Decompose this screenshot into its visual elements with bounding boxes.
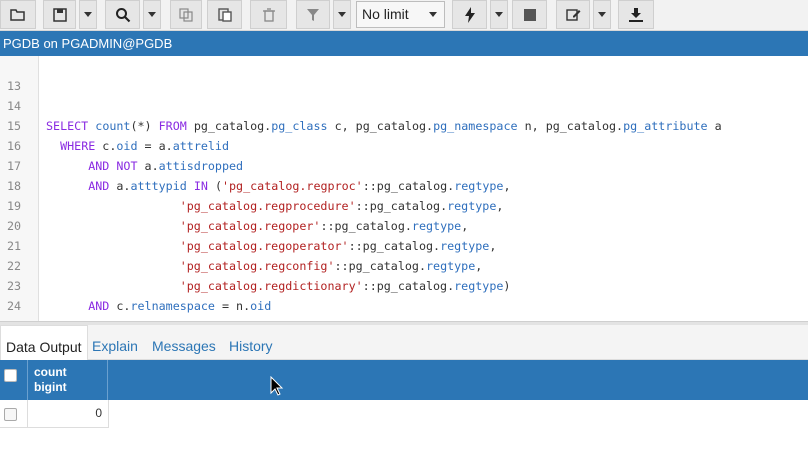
paste-button[interactable] <box>207 0 242 29</box>
save-icon <box>52 7 67 22</box>
filter-button[interactable] <box>296 0 330 29</box>
tab-label: History <box>229 338 273 354</box>
filter-icon <box>307 8 319 21</box>
column-type: bigint <box>34 380 67 394</box>
tab-label: Data Output <box>6 339 82 355</box>
code-line: 14 SELECT count(*) FROM pg_catalog.pg_cl… <box>0 76 808 133</box>
paste-icon <box>217 8 232 22</box>
column-name: count <box>34 365 67 379</box>
code-line: 24 AND n.nspname NOT IN ('pg_catalog', '… <box>0 276 808 321</box>
chevron-down-icon <box>429 12 437 17</box>
tab-explain[interactable]: Explain <box>92 325 138 359</box>
result-tabs: Data Output Explain Messages History <box>0 325 808 360</box>
filter-dropdown-button[interactable] <box>333 0 351 29</box>
code-line: 22 'pg_catalog.regdictionary'::pg_catalo… <box>0 236 808 293</box>
search-icon <box>115 7 130 22</box>
trash-icon <box>262 7 275 22</box>
column-divider <box>107 360 108 400</box>
tab-data-output[interactable]: Data Output <box>0 325 88 360</box>
lightning-icon <box>464 6 475 23</box>
connection-title: PGDB on PGADMIN@PGDB <box>3 36 173 51</box>
chevron-down-icon <box>84 12 92 17</box>
row-select-checkbox[interactable] <box>4 408 17 421</box>
find-dropdown-button[interactable] <box>143 0 161 29</box>
code-line: 20 'pg_catalog.regoperator'::pg_catalog.… <box>0 196 808 253</box>
sql-editor[interactable]: 13 14 SELECT count(*) FROM pg_catalog.pg… <box>0 56 808 321</box>
connection-title-bar: PGDB on PGADMIN@PGDB <box>0 31 808 56</box>
code-line: 18 'pg_catalog.regprocedure'::pg_catalog… <box>0 156 808 213</box>
result-grid-header: count bigint <box>0 360 808 400</box>
folder-open-icon <box>10 8 25 21</box>
code-line: 17 AND a.atttypid IN ('pg_catalog.regpro… <box>0 136 808 193</box>
mouse-pointer-icon <box>270 376 284 396</box>
row-limit-value: No limit <box>362 6 409 22</box>
copy-icon <box>179 7 193 22</box>
code-line: 19 'pg_catalog.regoper'::pg_catalog.regt… <box>0 176 808 233</box>
query-toolbar: No limit <box>0 0 808 31</box>
chevron-down-icon <box>495 12 503 17</box>
edit-icon <box>565 8 580 21</box>
edit-button[interactable] <box>556 0 590 29</box>
download-icon <box>629 7 643 22</box>
stop-button[interactable] <box>512 0 547 29</box>
code-line: 23 AND c.relnamespace = n.oid <box>0 256 808 313</box>
download-button[interactable] <box>618 0 654 29</box>
chevron-down-icon <box>598 12 606 17</box>
chevron-down-icon <box>148 12 156 17</box>
tab-messages[interactable]: Messages <box>152 325 216 359</box>
code-line: 16 AND NOT a.attisdropped <box>0 116 808 173</box>
code-line: 21 'pg_catalog.regconfig'::pg_catalog.re… <box>0 216 808 273</box>
tab-history[interactable]: History <box>229 325 273 359</box>
code-line: 15 WHERE c.oid = a.attrelid <box>0 96 808 153</box>
tab-label: Messages <box>152 338 216 354</box>
save-dropdown-button[interactable] <box>79 0 97 29</box>
stop-icon <box>523 8 536 21</box>
column-header-count[interactable]: count bigint <box>34 365 67 395</box>
save-button[interactable] <box>43 0 76 29</box>
chevron-down-icon <box>338 12 346 17</box>
open-file-button[interactable] <box>0 0 36 29</box>
select-all-checkbox[interactable] <box>4 369 17 382</box>
edit-dropdown-button[interactable] <box>593 0 611 29</box>
execute-dropdown-button[interactable] <box>490 0 508 29</box>
execute-button[interactable] <box>452 0 487 29</box>
find-button[interactable] <box>105 0 140 29</box>
table-row[interactable]: 0 <box>0 400 109 428</box>
row-limit-select[interactable]: No limit <box>356 1 445 28</box>
tab-label: Explain <box>92 338 138 354</box>
code-line: 13 <box>0 56 808 93</box>
delete-button[interactable] <box>250 0 287 29</box>
column-divider <box>27 360 28 400</box>
code-line: 25 <box>0 296 808 321</box>
table-cell[interactable]: 0 <box>28 400 102 427</box>
copy-button[interactable] <box>170 0 202 29</box>
